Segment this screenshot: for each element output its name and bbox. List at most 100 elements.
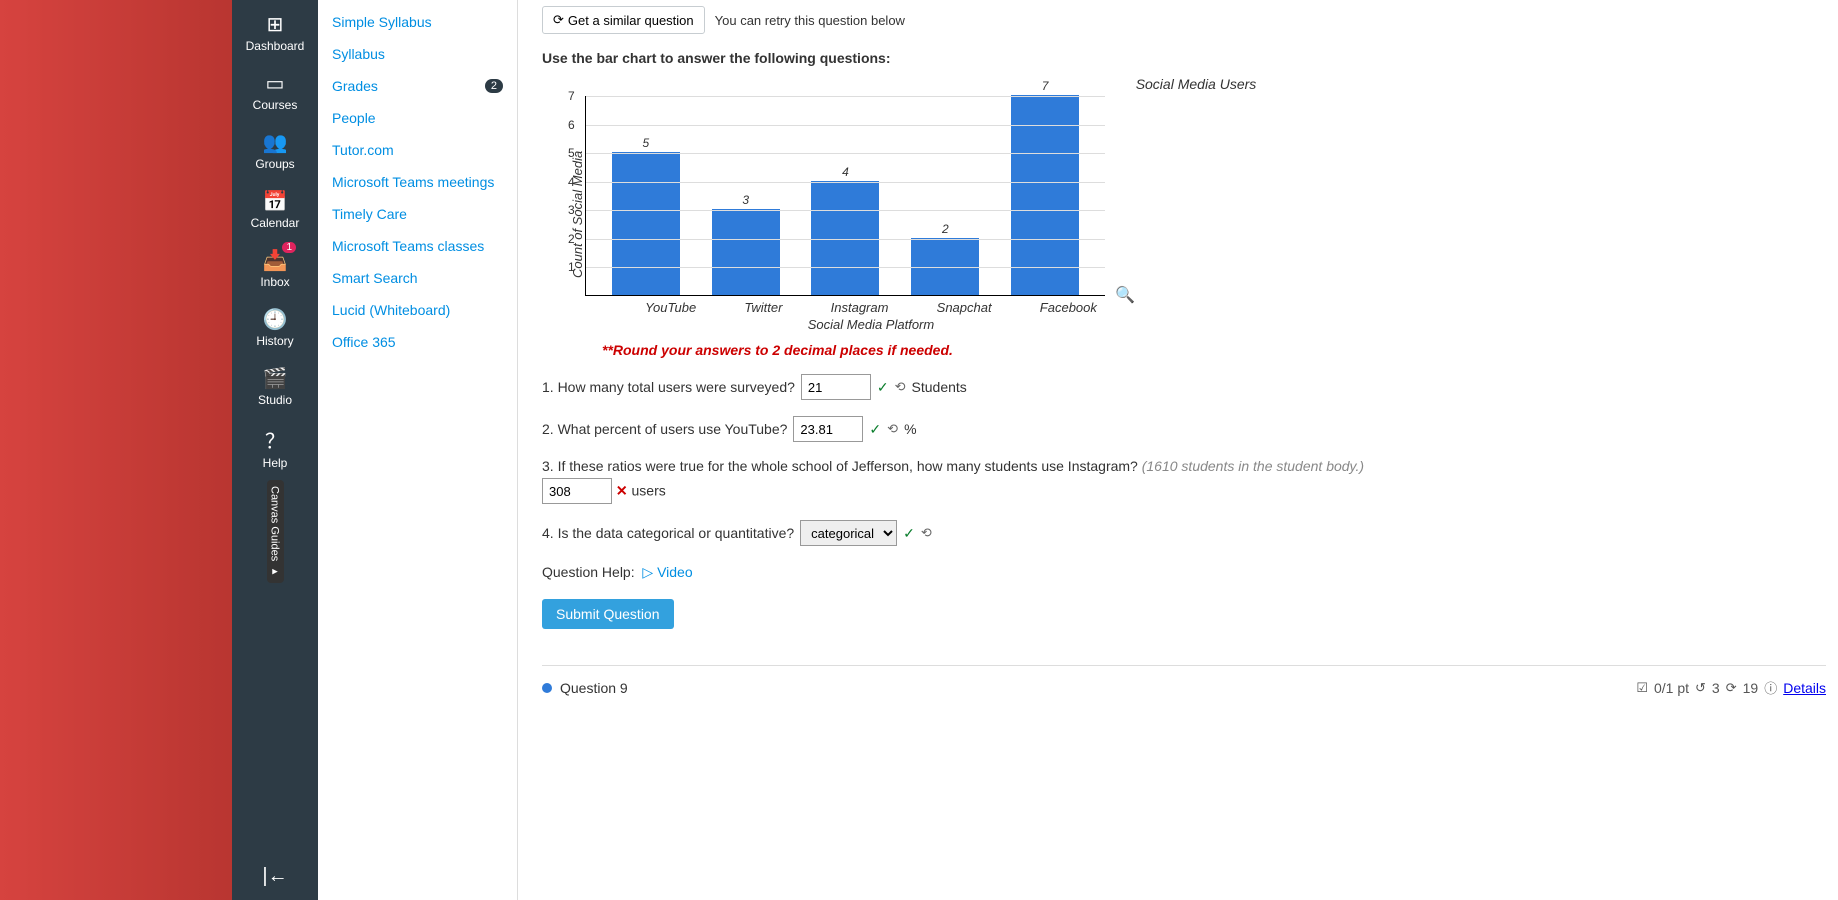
check-icon: ✓ xyxy=(877,379,889,396)
chart-title: Social Media Users xyxy=(566,76,1826,92)
rail-label: Calendar xyxy=(251,216,300,230)
refresh-icon: ⟳ xyxy=(553,12,564,28)
bar xyxy=(712,209,780,295)
question-number: Question 9 xyxy=(560,680,628,696)
q4-select[interactable]: categorical xyxy=(800,520,897,546)
rail-dashboard[interactable]: ⊞ Dashboard xyxy=(232,4,318,63)
q1-input[interactable] xyxy=(801,374,871,400)
bar-column: 4 xyxy=(810,165,880,295)
rail-label: Help xyxy=(263,456,288,470)
submit-question-button[interactable]: Submit Question xyxy=(542,599,674,629)
video-icon: ▷ xyxy=(642,564,653,580)
nav-people[interactable]: People xyxy=(318,102,517,134)
y-tick: 2 xyxy=(568,232,575,246)
inbox-badge: 1 xyxy=(282,242,296,253)
x-category: Snapchat xyxy=(937,300,992,315)
rail-calendar[interactable]: 📅 Calendar xyxy=(232,181,318,240)
bar-column: 3 xyxy=(711,193,781,295)
question-2: 2. What percent of users use YouTube? ✓ … xyxy=(542,416,1826,442)
bar-column: 5 xyxy=(611,136,681,295)
grades-badge: 2 xyxy=(485,79,503,93)
question-help-row: Question Help: ▷ Video xyxy=(542,564,1826,581)
rail-inbox[interactable]: 1 📥 Inbox xyxy=(232,240,318,299)
x-category: Facebook xyxy=(1040,300,1097,315)
bar xyxy=(612,152,680,295)
bar-value-label: 5 xyxy=(643,136,650,150)
rail-help[interactable]: ？ Help xyxy=(232,417,318,480)
rollback-icon[interactable]: ⟲ xyxy=(887,421,898,437)
check-icon: ✓ xyxy=(869,421,881,438)
question-prompt: Use the bar chart to answer the followin… xyxy=(542,50,1826,66)
nav-teams-classes[interactable]: Microsoft Teams classes xyxy=(318,230,517,262)
question-topbar: ⟳ Get a similar question You can retry t… xyxy=(542,0,1826,46)
rollback-icon[interactable]: ⟲ xyxy=(895,379,906,395)
retry-text: You can retry this question below xyxy=(715,13,905,28)
bar-value-label: 2 xyxy=(942,222,949,236)
x-category: YouTube xyxy=(645,300,696,315)
course-nav: Simple Syllabus Syllabus Grades2 People … xyxy=(318,0,518,900)
rail-label: Courses xyxy=(253,98,298,112)
x-icon: ✕ xyxy=(616,483,628,499)
studio-icon: 🎬 xyxy=(232,366,318,391)
score-text: 0/1 pt xyxy=(1654,680,1689,696)
groups-icon: 👥 xyxy=(232,130,318,155)
x-category: Instagram xyxy=(831,300,889,315)
rail-studio[interactable]: 🎬 Studio xyxy=(232,358,318,417)
attempts-icon: ⟳ xyxy=(1726,680,1737,696)
help-video-link[interactable]: ▷ Video xyxy=(642,564,692,580)
y-tick: 4 xyxy=(568,175,575,189)
courses-icon: ▭ xyxy=(232,71,318,96)
bar-column: 7 xyxy=(1010,79,1080,295)
nav-office365[interactable]: Office 365 xyxy=(318,326,517,358)
question-content: ⟳ Get a similar question You can retry t… xyxy=(518,0,1838,900)
y-tick: 6 xyxy=(568,118,575,132)
collapse-nav-button[interactable]: |← xyxy=(250,853,299,900)
rail-label: Dashboard xyxy=(246,39,305,53)
score-icon: ☑ xyxy=(1636,680,1648,696)
y-tick: 7 xyxy=(568,89,575,103)
chart-x-categories: YouTube Twitter Instagram Snapchat Facebook xyxy=(611,300,1131,315)
rail-history[interactable]: 🕘 History xyxy=(232,299,318,358)
nav-grades[interactable]: Grades2 xyxy=(318,70,517,102)
history-icon: 🕘 xyxy=(232,307,318,332)
canvas-guides-tab[interactable]: Canvas Guides ▸ xyxy=(267,480,284,583)
chart-zoom-icon[interactable]: 🔍 xyxy=(1115,285,1135,305)
bar-column: 2 xyxy=(910,222,980,295)
nav-teams-meetings[interactable]: Microsoft Teams meetings xyxy=(318,166,517,198)
nav-simple-syllabus[interactable]: Simple Syllabus xyxy=(318,6,517,38)
chart-plot-area: 53427 🔍 1234567 xyxy=(585,96,1105,296)
question-4: 4. Is the data categorical or quantitati… xyxy=(542,520,1826,546)
bar-chart: Social Media Users Count of Social Media… xyxy=(566,76,1826,332)
rail-label: History xyxy=(256,334,293,348)
retry-icon: ↺ xyxy=(1695,680,1706,696)
bar-value-label: 3 xyxy=(742,193,749,207)
nav-syllabus[interactable]: Syllabus xyxy=(318,38,517,70)
nav-timely-care[interactable]: Timely Care xyxy=(318,198,517,230)
nav-smart-search[interactable]: Smart Search xyxy=(318,262,517,294)
rail-groups[interactable]: 👥 Groups xyxy=(232,122,318,181)
calendar-icon: 📅 xyxy=(232,189,318,214)
y-tick: 5 xyxy=(568,146,575,160)
bar-value-label: 4 xyxy=(842,165,849,179)
q2-input[interactable] xyxy=(793,416,863,442)
q3-input[interactable] xyxy=(542,478,612,504)
question-footer: Question 9 ☑ 0/1 pt ↺ 3 ⟳ 19 ⓘ Details xyxy=(542,665,1826,697)
help-icon: ？ xyxy=(232,425,318,454)
question-status-dot xyxy=(542,683,552,693)
rail-label: Inbox xyxy=(260,275,289,289)
rail-courses[interactable]: ▭ Courses xyxy=(232,63,318,122)
question-1: 1. How many total users were surveyed? ✓… xyxy=(542,374,1826,400)
nav-lucid[interactable]: Lucid (Whiteboard) xyxy=(318,294,517,326)
dashboard-icon: ⊞ xyxy=(232,12,318,37)
y-tick: 1 xyxy=(568,260,575,274)
similar-question-button[interactable]: ⟳ Get a similar question xyxy=(542,6,705,34)
bar-value-label: 7 xyxy=(1042,79,1049,93)
rollback-icon[interactable]: ⟲ xyxy=(921,525,932,541)
chart-xlabel: Social Media Platform xyxy=(611,317,1131,332)
nav-tutor[interactable]: Tutor.com xyxy=(318,134,517,166)
bar xyxy=(911,238,979,295)
rail-label: Groups xyxy=(255,157,294,171)
x-category: Twitter xyxy=(744,300,782,315)
info-icon: ⓘ xyxy=(1764,678,1777,697)
details-link[interactable]: Details xyxy=(1783,680,1826,696)
